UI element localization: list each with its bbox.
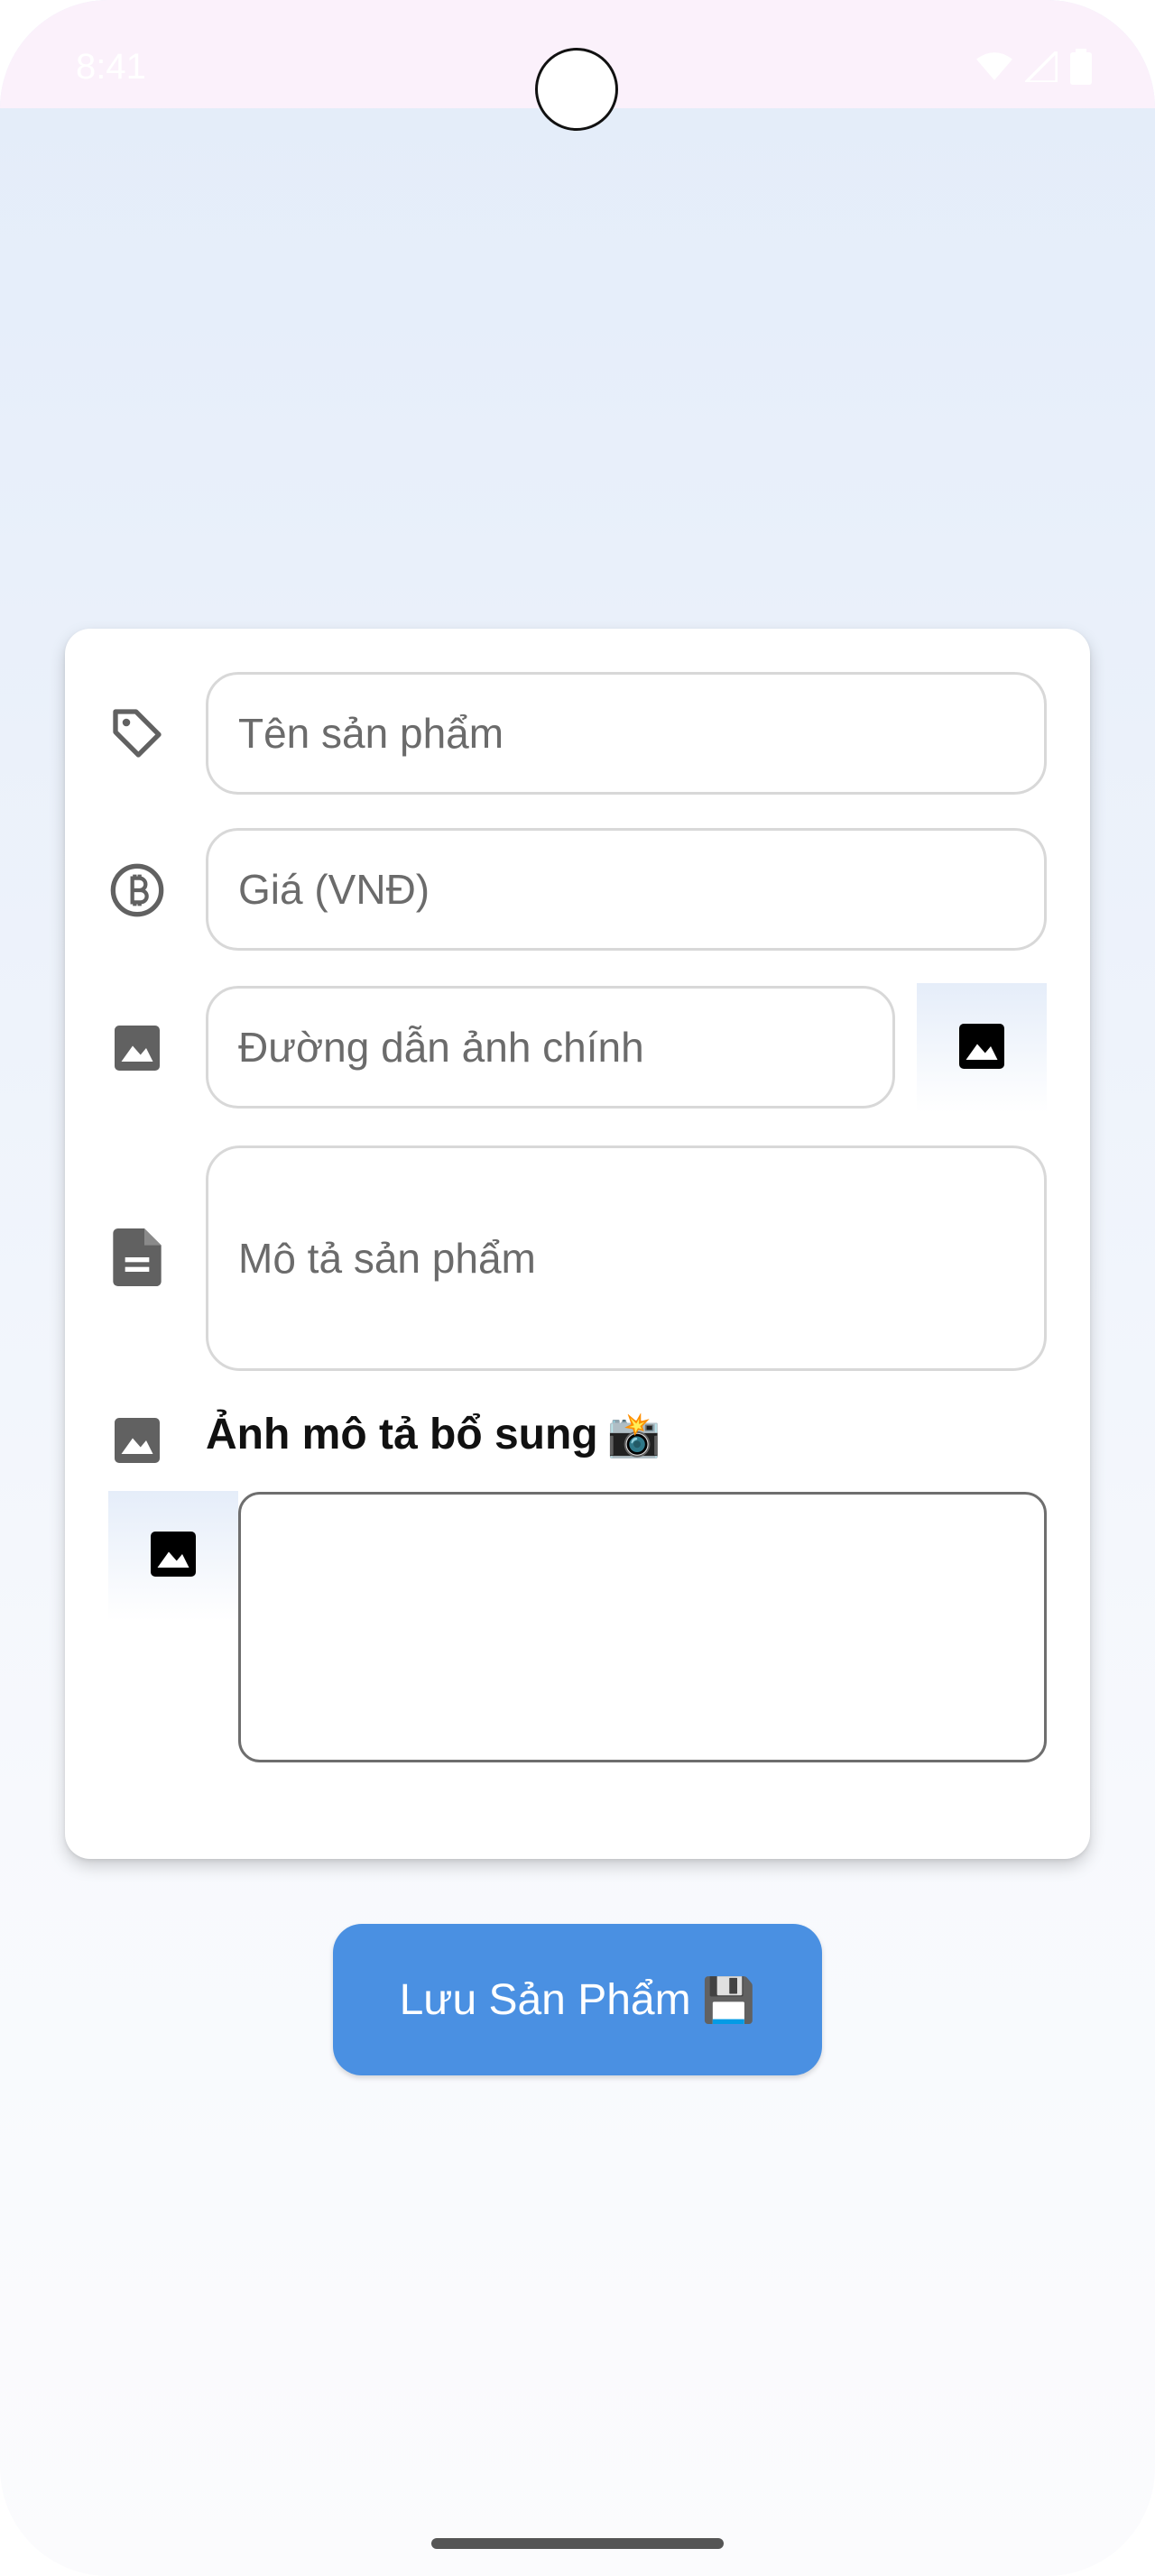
description-placeholder: Mô tả sản phẩm xyxy=(238,1235,536,1282)
extra-images-label: Ảnh mô tả bổ sung 📸 xyxy=(206,1409,661,1460)
add-extra-image-button[interactable] xyxy=(108,1491,238,1621)
status-icons xyxy=(976,47,1092,89)
battery-icon xyxy=(1070,49,1092,89)
pick-main-image-button[interactable] xyxy=(917,983,1047,1113)
wifi-icon xyxy=(976,51,1012,87)
app-screen: 8:41 Tên sản phẩm Giá (VNĐ) Đường dẫn ản… xyxy=(0,0,1155,2576)
price-placeholder: Giá (VNĐ) xyxy=(238,866,430,913)
camera-flash-icon: 📸 xyxy=(606,1412,661,1459)
camera-cutout xyxy=(535,48,618,131)
image-picker-icon xyxy=(146,1527,200,1586)
status-time: 8:41 xyxy=(76,47,146,87)
price-field[interactable]: Giá (VNĐ) xyxy=(206,828,1047,951)
main-image-url-field[interactable]: Đường dẫn ảnh chính xyxy=(206,986,895,1109)
tag-icon xyxy=(108,704,166,762)
home-indicator[interactable] xyxy=(431,2538,724,2549)
extra-images-label-text: Ảnh mô tả bổ sung xyxy=(206,1411,598,1458)
image-icon xyxy=(108,1019,166,1077)
product-name-field[interactable]: Tên sản phẩm xyxy=(206,672,1047,795)
main-image-url-placeholder: Đường dẫn ảnh chính xyxy=(238,1024,644,1071)
extra-images-list[interactable] xyxy=(238,1492,1047,1762)
document-icon xyxy=(108,1228,166,1286)
floppy-disk-icon: 💾 xyxy=(701,1976,756,2025)
save-button-label: Lưu Sản Phẩm xyxy=(399,1975,691,2024)
product-name-placeholder: Tên sản phẩm xyxy=(238,710,504,757)
signal-icon xyxy=(1021,47,1058,87)
currency-circle-icon xyxy=(108,861,166,919)
save-product-button[interactable]: Lưu Sản Phẩm 💾 xyxy=(333,1924,822,2075)
description-field[interactable]: Mô tả sản phẩm xyxy=(206,1145,1047,1371)
image-picker-icon xyxy=(955,1019,1009,1078)
extra-images-icon xyxy=(108,1412,166,1469)
